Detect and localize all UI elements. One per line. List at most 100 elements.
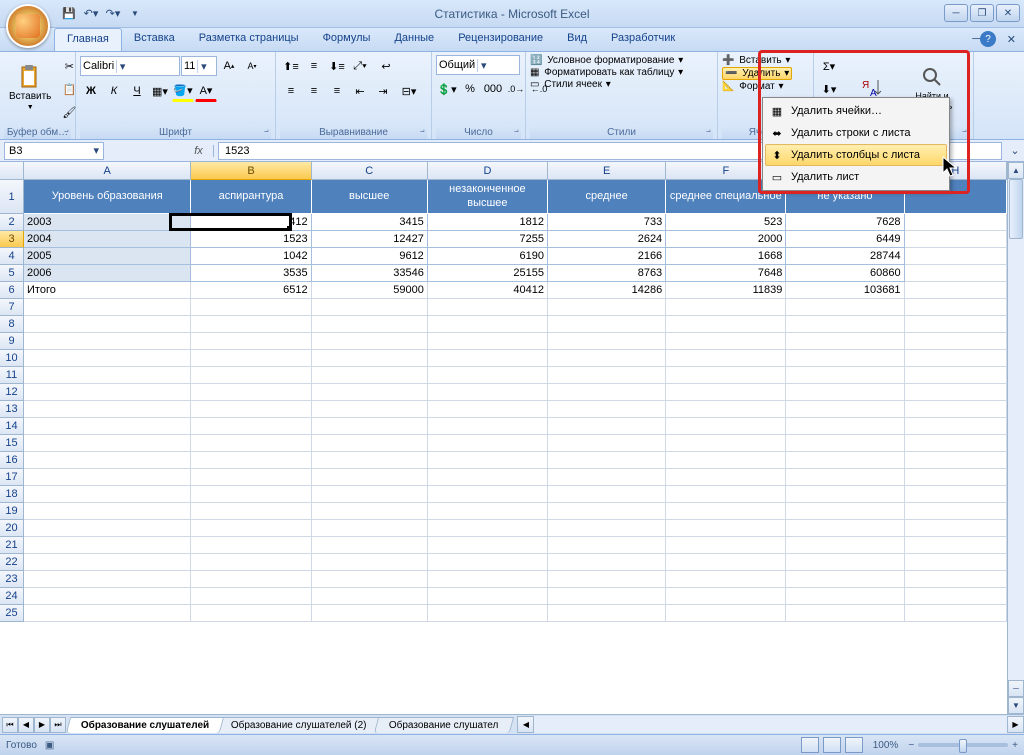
maximize-button[interactable]: ❐: [970, 4, 994, 22]
empty-cell[interactable]: [666, 299, 786, 316]
empty-cell[interactable]: [191, 469, 311, 486]
empty-cell[interactable]: [312, 333, 428, 350]
empty-cell[interactable]: [786, 435, 904, 452]
data-cell[interactable]: 1523: [191, 231, 311, 248]
empty-cell[interactable]: [428, 350, 548, 367]
empty-cell[interactable]: [905, 384, 1007, 401]
scroll-up-icon[interactable]: ▲: [1008, 162, 1024, 179]
percent-icon[interactable]: %: [459, 78, 481, 100]
data-cell[interactable]: 2005: [24, 248, 191, 265]
empty-cell[interactable]: [428, 537, 548, 554]
header-cell[interactable]: высшее: [312, 180, 428, 214]
empty-cell[interactable]: [24, 350, 191, 367]
empty-cell[interactable]: [24, 503, 191, 520]
empty-cell[interactable]: [312, 452, 428, 469]
empty-cell[interactable]: [191, 571, 311, 588]
empty-cell[interactable]: [312, 435, 428, 452]
delete-columns-menuitem[interactable]: ⬍ Удалить столбцы с листа: [765, 144, 947, 166]
empty-cell[interactable]: [312, 571, 428, 588]
tab-view[interactable]: Вид: [555, 28, 599, 51]
merge-center-icon[interactable]: ⊟▾: [395, 80, 423, 102]
empty-cell[interactable]: [666, 418, 786, 435]
empty-cell[interactable]: [24, 401, 191, 418]
data-cell[interactable]: [905, 265, 1007, 282]
empty-cell[interactable]: [428, 418, 548, 435]
hscroll-right-icon[interactable]: ▶: [1007, 716, 1024, 733]
empty-cell[interactable]: [786, 350, 904, 367]
data-cell[interactable]: 523: [666, 214, 786, 231]
data-cell[interactable]: 33546: [312, 265, 428, 282]
view-layout-icon[interactable]: [823, 737, 841, 753]
empty-cell[interactable]: [905, 537, 1007, 554]
align-right-icon[interactable]: ≡: [326, 80, 348, 102]
wrap-text-icon[interactable]: ↩: [372, 55, 400, 77]
empty-cell[interactable]: [428, 486, 548, 503]
empty-cell[interactable]: [312, 469, 428, 486]
data-cell[interactable]: 2000: [666, 231, 786, 248]
data-cell[interactable]: 59000: [312, 282, 428, 299]
row-header-11[interactable]: 11: [0, 367, 24, 384]
scroll-down-icon[interactable]: ▼: [1008, 697, 1024, 714]
empty-cell[interactable]: [548, 452, 666, 469]
header-cell[interactable]: Уровень образования: [24, 180, 191, 214]
empty-cell[interactable]: [24, 537, 191, 554]
empty-cell[interactable]: [24, 384, 191, 401]
empty-cell[interactable]: [548, 299, 666, 316]
data-cell[interactable]: 40412: [428, 282, 548, 299]
empty-cell[interactable]: [191, 350, 311, 367]
decrease-indent-icon[interactable]: ⇤: [349, 80, 371, 102]
macro-record-icon[interactable]: ▣: [45, 740, 54, 751]
empty-cell[interactable]: [666, 333, 786, 350]
data-cell[interactable]: 6190: [428, 248, 548, 265]
empty-cell[interactable]: [905, 299, 1007, 316]
delete-sheet-menuitem[interactable]: ▭ Удалить лист: [765, 166, 947, 188]
data-cell[interactable]: [905, 248, 1007, 265]
row-header-10[interactable]: 10: [0, 350, 24, 367]
empty-cell[interactable]: [786, 486, 904, 503]
qat-undo-icon[interactable]: ↶▾: [82, 5, 100, 23]
fill-color-button[interactable]: 🪣▾: [172, 80, 194, 102]
empty-cell[interactable]: [786, 401, 904, 418]
zoom-out-icon[interactable]: −: [908, 740, 914, 751]
empty-cell[interactable]: [905, 605, 1007, 622]
data-cell[interactable]: 1668: [666, 248, 786, 265]
empty-cell[interactable]: [905, 486, 1007, 503]
empty-cell[interactable]: [666, 520, 786, 537]
row-header-14[interactable]: 14: [0, 418, 24, 435]
data-cell[interactable]: 3415: [312, 214, 428, 231]
empty-cell[interactable]: [548, 486, 666, 503]
empty-cell[interactable]: [24, 588, 191, 605]
empty-cell[interactable]: [428, 605, 548, 622]
data-cell[interactable]: [905, 231, 1007, 248]
data-cell[interactable]: 103681: [786, 282, 904, 299]
font-color-button[interactable]: A▾: [195, 80, 217, 102]
row-header-9[interactable]: 9: [0, 333, 24, 350]
data-cell[interactable]: 412: [191, 214, 311, 231]
empty-cell[interactable]: [786, 418, 904, 435]
data-cell[interactable]: 3535: [191, 265, 311, 282]
sheet-nav-next-icon[interactable]: ▶: [34, 717, 50, 733]
empty-cell[interactable]: [428, 435, 548, 452]
scroll-split-icon[interactable]: ─: [1008, 680, 1024, 697]
empty-cell[interactable]: [428, 299, 548, 316]
empty-cell[interactable]: [428, 503, 548, 520]
empty-cell[interactable]: [191, 401, 311, 418]
empty-cell[interactable]: [191, 367, 311, 384]
select-all-corner[interactable]: [0, 162, 24, 180]
empty-cell[interactable]: [905, 588, 1007, 605]
data-cell[interactable]: 733: [548, 214, 666, 231]
formula-bar-expand-icon[interactable]: ⌄: [1006, 144, 1024, 157]
empty-cell[interactable]: [548, 469, 666, 486]
empty-cell[interactable]: [191, 554, 311, 571]
empty-cell[interactable]: [24, 418, 191, 435]
empty-cell[interactable]: [666, 503, 786, 520]
empty-cell[interactable]: [786, 299, 904, 316]
column-header-B[interactable]: B: [191, 162, 311, 180]
data-cell[interactable]: [905, 214, 1007, 231]
empty-cell[interactable]: [24, 452, 191, 469]
row-header-23[interactable]: 23: [0, 571, 24, 588]
empty-cell[interactable]: [312, 503, 428, 520]
empty-cell[interactable]: [548, 588, 666, 605]
row-header-13[interactable]: 13: [0, 401, 24, 418]
tab-formulas[interactable]: Формулы: [311, 28, 383, 51]
